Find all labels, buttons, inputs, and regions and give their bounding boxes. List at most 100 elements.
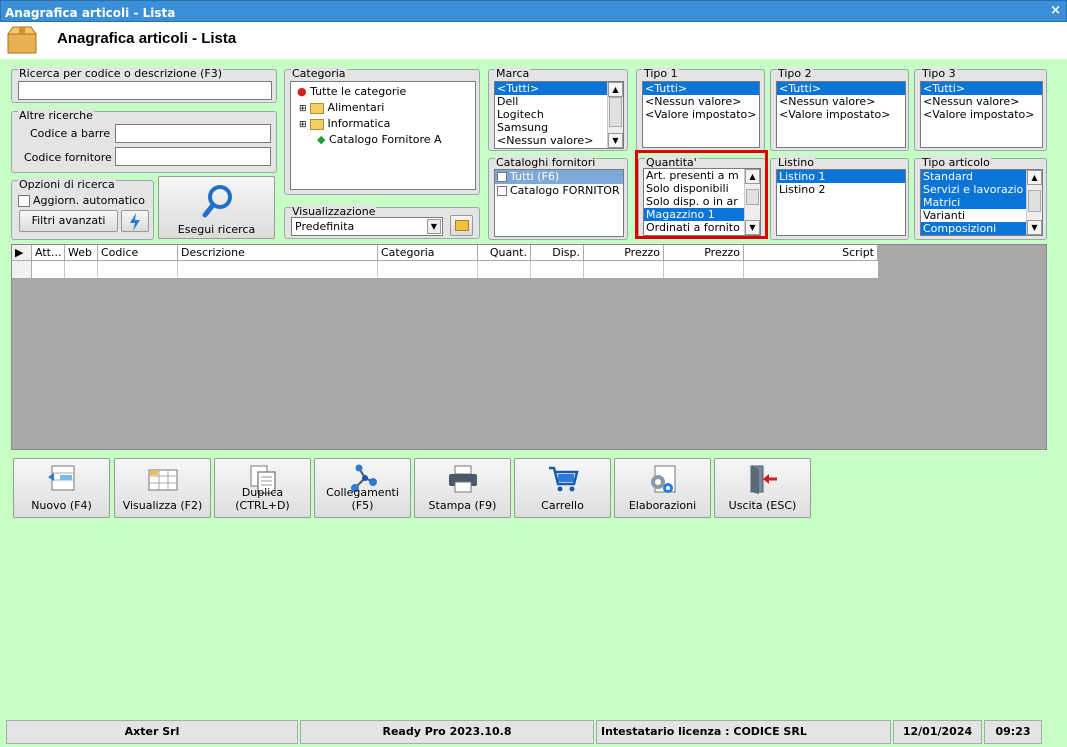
item-type-item[interactable]: Varianti [921, 209, 1026, 222]
exit-button[interactable]: Uscita (ESC) [714, 458, 811, 518]
scroll-down-icon[interactable]: ▼ [1027, 220, 1042, 235]
type3-item[interactable]: <Valore impostato> [921, 108, 1042, 121]
run-search-button[interactable]: Esegui ricerca [158, 176, 275, 239]
catalog-icon: ◆ [317, 133, 326, 146]
view-group: Visualizzazione Predefinita ▼ [284, 205, 480, 239]
type2-group: Tipo 2 <Tutti> <Nessun valore> <Valore i… [770, 67, 909, 151]
scroll-thumb[interactable] [1028, 190, 1041, 212]
price-list-list[interactable]: Listino 1 Listino 2 [776, 169, 906, 236]
item-type-group: Tipo articolo Standard Servizi e lavoraz… [914, 156, 1047, 240]
item-type-list[interactable]: Standard Servizi e lavorazio Matrici Var… [920, 169, 1043, 236]
type1-item[interactable]: <Tutti> [643, 82, 759, 95]
items-grid[interactable]: ▶ Att... Web Codice Descrizione Categori… [11, 244, 1047, 450]
type2-item[interactable]: <Nessun valore> [777, 95, 905, 108]
scroll-down-icon[interactable]: ▼ [608, 133, 623, 148]
item-type-item[interactable]: Composizioni [921, 222, 1026, 235]
run-search-label: Esegui ricerca [177, 223, 256, 236]
col-script[interactable]: Script [744, 245, 878, 260]
type3-item[interactable]: <Tutti> [921, 82, 1042, 95]
col-descrizione[interactable]: Descrizione [178, 245, 378, 260]
processing-button[interactable]: Elaborazioni [614, 458, 711, 518]
brand-item[interactable]: Dell [495, 95, 623, 108]
search-label: Ricerca per codice o descrizione (F3) [18, 67, 224, 80]
item-type-item[interactable]: Servizi e lavorazio [921, 183, 1026, 196]
header: Anagrafica articoli - Lista [0, 22, 1067, 59]
scroll-up-icon[interactable]: ▲ [608, 82, 623, 97]
price-list-item[interactable]: Listino 2 [777, 183, 905, 196]
item-type-label: Tipo articolo [921, 156, 991, 169]
scroll-thumb[interactable] [609, 97, 622, 127]
col-web[interactable]: Web [65, 245, 98, 260]
duplicate-button[interactable]: Duplica (CTRL+D) [214, 458, 311, 518]
catalog-item-all[interactable]: Tutti (F6) [495, 170, 623, 184]
auto-update-checkbox[interactable]: Aggiorn. automatico [18, 194, 145, 207]
type2-list[interactable]: <Tutti> <Nessun valore> <Valore impostat… [776, 81, 906, 148]
type3-list[interactable]: <Tutti> <Nessun valore> <Valore impostat… [920, 81, 1043, 148]
status-license: Intestatario licenza : CODICE SRL [596, 720, 891, 744]
supplier-catalogs-list[interactable]: Tutti (F6) Catalogo FORNITOR [494, 169, 624, 237]
type1-item[interactable]: <Valore impostato> [643, 108, 759, 121]
gear-icon [651, 465, 676, 493]
close-icon[interactable]: × [1050, 3, 1061, 18]
col-prezzo-2[interactable]: Prezzo [664, 245, 744, 260]
search-input[interactable] [18, 81, 272, 100]
cart-button[interactable]: Carrello [514, 458, 611, 518]
type1-item[interactable]: <Nessun valore> [643, 95, 759, 108]
brand-list[interactable]: <Tutti> Dell Logitech Samsung <Nessun va… [494, 81, 624, 149]
type3-item[interactable]: <Nessun valore> [921, 95, 1042, 108]
table-row[interactable] [12, 260, 878, 278]
item-type-item[interactable]: Matrici [921, 196, 1026, 209]
type1-label: Tipo 1 [643, 67, 679, 80]
scroll-up-icon[interactable]: ▲ [1027, 170, 1042, 185]
window-titlebar: Anagrafica articoli - Lista [0, 0, 1067, 22]
col-quant[interactable]: Quant. [478, 245, 531, 260]
magnifier-icon [202, 185, 232, 218]
box-icon [7, 26, 37, 54]
links-button[interactable]: Collegamenti (F5) [314, 458, 411, 518]
col-att[interactable]: Att... [32, 245, 65, 260]
open-folder-button[interactable] [450, 215, 473, 236]
search-options-group: Opzioni di ricerca Aggiorn. automatico F… [11, 178, 154, 240]
type3-label: Tipo 3 [921, 67, 957, 80]
lightning-button[interactable] [121, 210, 149, 232]
type1-list[interactable]: <Tutti> <Nessun valore> <Valore impostat… [642, 81, 760, 148]
brand-item[interactable]: <Nessun valore> [495, 134, 623, 147]
print-button[interactable]: Stampa (F9) [414, 458, 511, 518]
other-search-label: Altre ricerche [18, 109, 94, 122]
brand-item[interactable]: Logitech [495, 108, 623, 121]
processing-button-label: Elaborazioni [628, 499, 697, 512]
new-button[interactable]: Nuovo (F4) [13, 458, 110, 518]
tree-item-alimentari[interactable]: ⊞ Alimentari [299, 101, 384, 114]
brand-item[interactable]: Samsung [495, 121, 623, 134]
item-type-item[interactable]: Standard [921, 170, 1026, 183]
tree-item-informatica[interactable]: ⊞ Informatica [299, 117, 390, 130]
advanced-filters-button[interactable]: Filtri avanzati [19, 210, 118, 232]
catalog-item[interactable]: Catalogo FORNITOR [495, 184, 623, 198]
auto-update-label: Aggiorn. automatico [33, 194, 145, 207]
links-button-label: Collegamenti (F5) [326, 486, 399, 512]
brand-item[interactable]: <Tutti> [495, 82, 607, 95]
status-date: 12/01/2024 [893, 720, 982, 744]
tree-root[interactable]: ● Tutte le categorie [297, 85, 406, 98]
exit-door-icon [750, 465, 777, 494]
type3-group: Tipo 3 <Tutti> <Nessun valore> <Valore i… [914, 67, 1047, 151]
price-list-group: Listino Listino 1 Listino 2 [770, 156, 909, 240]
barcode-input[interactable] [115, 124, 271, 143]
col-codice[interactable]: Codice [98, 245, 178, 260]
type2-item[interactable]: <Tutti> [777, 82, 905, 95]
item-type-scrollbar[interactable]: ▲ ▼ [1026, 170, 1042, 235]
category-tree[interactable]: ● Tutte le categorie ⊞ Alimentari ⊞ Info… [290, 81, 476, 190]
col-prezzo[interactable]: Prezzo [584, 245, 664, 260]
chevron-down-icon[interactable]: ▼ [427, 219, 441, 234]
type2-item[interactable]: <Valore impostato> [777, 108, 905, 121]
supplier-code-input[interactable] [115, 147, 271, 166]
grid-header: ▶ Att... Web Codice Descrizione Categori… [12, 245, 878, 278]
col-disp[interactable]: Disp. [531, 245, 584, 260]
tree-item-catalogo[interactable]: ◆ Catalogo Fornitore A [317, 133, 442, 146]
price-list-item[interactable]: Listino 1 [777, 170, 905, 183]
col-categoria[interactable]: Categoria [378, 245, 478, 260]
brand-scrollbar[interactable]: ▲ ▼ [607, 82, 623, 148]
view-button[interactable]: Visualizza (F2) [114, 458, 211, 518]
brand-group: Marca <Tutti> Dell Logitech Samsung <Nes… [488, 67, 628, 151]
view-select[interactable]: Predefinita ▼ [291, 217, 443, 236]
